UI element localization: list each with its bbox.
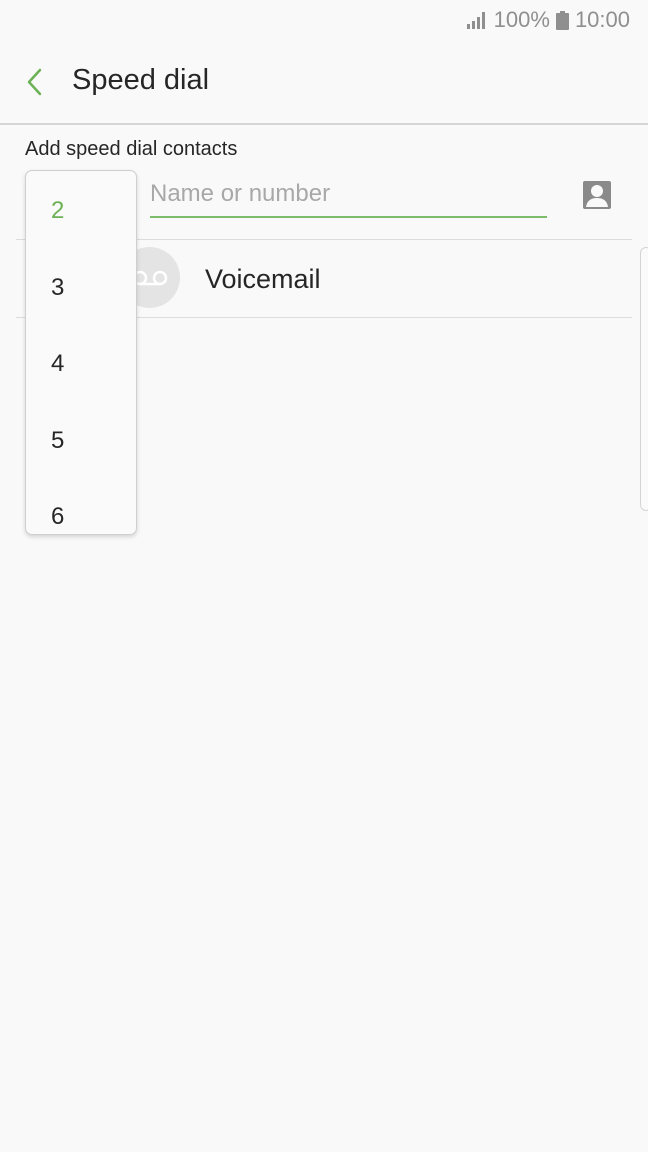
contact-picker-button[interactable]: [582, 180, 612, 210]
app-bar: Speed dial: [0, 40, 648, 125]
dropdown-option-6[interactable]: 6: [51, 503, 64, 531]
clock: 10:00: [574, 7, 630, 32]
section-header: Add speed dial contacts: [25, 138, 238, 160]
dropdown-option-3[interactable]: 3: [51, 274, 64, 302]
page-title: Speed dial: [72, 64, 210, 96]
signal-icon: [466, 12, 485, 29]
speed-dial-number-dropdown[interactable]: 2 3 4 5 6: [25, 170, 137, 535]
scroll-handle[interactable]: [640, 247, 648, 511]
list-item-label: Voicemail: [205, 264, 321, 294]
back-button[interactable]: [22, 66, 52, 98]
status-bar: 100% 10:00: [0, 0, 648, 40]
contact-card-icon: [583, 181, 611, 209]
battery-percentage: 100%: [493, 7, 550, 32]
battery-icon: [555, 10, 569, 30]
search-input[interactable]: [150, 172, 547, 218]
dropdown-option-5[interactable]: 5: [51, 427, 64, 455]
chevron-left-icon: [27, 68, 42, 96]
dropdown-option-2[interactable]: 2: [51, 197, 64, 225]
dropdown-option-4[interactable]: 4: [51, 350, 64, 378]
